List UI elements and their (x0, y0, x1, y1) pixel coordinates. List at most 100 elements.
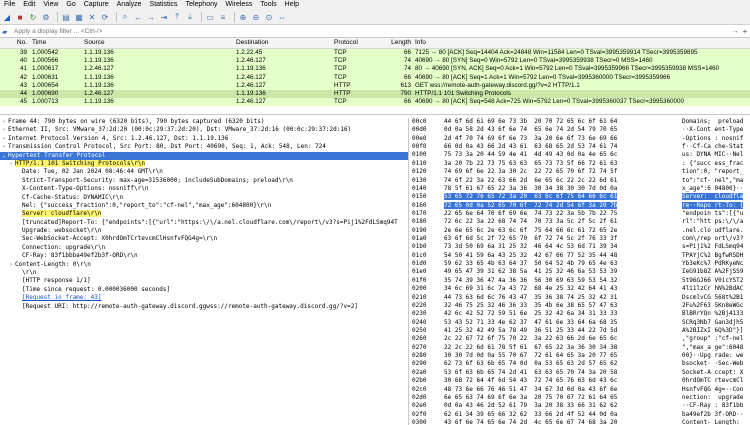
bytes-ascii[interactable]: BlBRrYQn %2Bj4133 (682, 310, 750, 318)
go-forward-icon[interactable]: → (146, 12, 156, 22)
bytes-hex[interactable]: 22 2c 22 6d 61 78 5f 61 67 65 22 3a 36 3… (444, 344, 682, 352)
bytes-ascii[interactable]: 5t96GJ66 V0icYST2 (682, 277, 750, 285)
packet-row[interactable]: 45 1.000713 1.1.19.136 1.2.46.127 TCP 66 40690… (0, 98, 750, 107)
bytes-hex[interactable]: 49 65 47 39 31 62 38 5a 41 25 32 46 6a 5… (444, 268, 682, 276)
column-header-no[interactable]: No. (0, 38, 30, 48)
menu-telephony[interactable]: Telephony (182, 0, 222, 10)
bytes-ascii[interactable]: ,"group" :"cf-nel (682, 335, 750, 343)
last-packet-icon[interactable]: ⤓ (185, 12, 195, 22)
bytes-hex[interactable]: 42 6c 42 52 72 59 51 6e 25 32 42 6a 34 3… (444, 310, 682, 318)
bytes-hex[interactable]: 73 3d 50 69 6a 31 25 32 46 64 4c 53 6d 7… (444, 243, 682, 251)
column-header-info[interactable]: Info (413, 38, 750, 48)
bytes-ascii[interactable]: Socket-A ccept: X (682, 369, 750, 377)
menu-view[interactable]: View (39, 0, 62, 10)
bytes-hex[interactable]: 59 62 33 65 4b 63 64 37 50 64 52 4b 79 6… (444, 260, 682, 268)
detail-text[interactable]: [Request in frame: 43] (22, 294, 101, 301)
zoom-out-icon[interactable]: ⊖ (251, 12, 261, 22)
bytes-hex[interactable]: 34 6c 69 31 6c 7a 43 72 68 4e 25 32 42 6… (444, 285, 682, 293)
bytes-hex[interactable]: 35 74 39 36 47 4a 36 36 56 30 69 63 59 5… (444, 277, 682, 285)
bytes-ascii[interactable]: 0hrdOmTC rtevcmCl (682, 377, 750, 385)
bytes-hex[interactable]: 32 46 75 25 32 46 36 33 35 4b 6e 38 65 5… (444, 302, 682, 310)
expand-arrow-icon[interactable]: › (0, 135, 8, 143)
bytes-hex[interactable]: 3a 20 7b 22 73 75 63 63 65 73 73 5f 66 7… (444, 160, 682, 168)
menu-analyze[interactable]: Analyze (113, 0, 146, 10)
bytes-hex[interactable]: 72 65 0d 0a 52 65 70 6f 72 74 2d 54 6f 3… (444, 201, 682, 210)
restart-capture-icon[interactable]: ↻ (28, 12, 38, 22)
detail-row[interactable]: Cf-Cache-Status: DYNAMIC\r\n (0, 194, 408, 202)
bytes-ascii[interactable]: x_age":6 04800}·· (682, 185, 750, 193)
bytes-hex[interactable]: 78 5f 61 67 65 22 3a 36 30 34 38 30 30 7… (444, 185, 682, 193)
packet-row[interactable]: 44 1.000690 1.2.46.127 1.1.19.136 HTTP 790 HTT… (0, 89, 750, 99)
bytes-ascii[interactable]: .nel.clo udflare. (682, 227, 750, 235)
bytes-ascii[interactable]: Content- Length: (682, 419, 750, 425)
bytes-ascii[interactable]: ","max_a ge":6048 (682, 344, 750, 352)
bytes-ascii[interactable]: Domains; preload (682, 118, 750, 126)
column-header-length[interactable]: Length (387, 38, 413, 48)
bytes-hex[interactable]: 72 6c 22 3a 22 68 74 74 70 73 3a 5c 2f 5… (444, 218, 682, 226)
find-packet-icon[interactable]: ⌕ (120, 12, 130, 22)
detail-row[interactable]: › Internet Protocol Version 4, Src: 1.2.4… (0, 135, 408, 143)
open-file-icon[interactable]: ▤ (61, 12, 71, 22)
bytes-hex[interactable]: 0d 0a 43 46 2d 52 61 79 3a 20 38 33 66 3… (444, 402, 682, 410)
bytes-ascii[interactable]: tion":0, "report_ (682, 168, 750, 176)
column-header-destination[interactable]: Destination (234, 38, 332, 48)
bytes-hex[interactable]: 62 73 6f 63 6b 65 74 0d 0a 53 65 63 2d 5… (444, 360, 682, 368)
zoom-in-icon[interactable]: ⊕ (238, 12, 248, 22)
start-capture-icon[interactable]: ◢ (2, 12, 12, 22)
bytes-ascii[interactable]: HsnfvFQG 4g=··Con (682, 386, 750, 394)
detail-row[interactable]: › HTTP/1.1 101 Switching Protocols\r\n (0, 159, 408, 168)
go-back-icon[interactable]: ← (133, 12, 143, 22)
bytes-ascii[interactable]: 00}··Upg rade: we (682, 352, 750, 360)
detail-row[interactable]: CF-Ray: 83f1bbba49ef2b3f-ORD\r\n (0, 252, 408, 260)
bytes-ascii[interactable]: ··X-Cont ent-Type (682, 126, 750, 134)
menu-capture[interactable]: Capture (80, 0, 113, 10)
detail-row[interactable]: [Request URI: http://remote-auth-gateway… (0, 303, 408, 311)
detail-row[interactable]: \r\n (0, 269, 408, 277)
bytes-ascii[interactable]: rl":"htt ps:\/\/a (682, 218, 750, 226)
reload-file-icon[interactable]: ⟳ (100, 12, 110, 22)
bytes-ascii[interactable]: ba49ef2b 3f-ORD·· (682, 411, 750, 419)
detail-row[interactable]: Connection: upgrade\r\n (0, 244, 408, 252)
menu-edit[interactable]: Edit (19, 0, 39, 10)
expand-arrow-icon[interactable]: › (7, 261, 15, 269)
colorize-icon[interactable]: ≡ (218, 12, 228, 22)
bytes-hex[interactable]: 44 6f 6d 61 69 6e 73 3b 20 70 72 65 6c 6… (444, 118, 682, 126)
zoom-reset-icon[interactable]: ⊙ (264, 12, 274, 22)
bytes-hex[interactable]: 53 65 72 76 65 72 3a 20 63 6c 6f 75 64 6… (444, 193, 682, 201)
detail-row[interactable]: › Content-Length: 0\r\n (0, 261, 408, 269)
bytes-hex[interactable]: 44 73 63 6d 6c 76 43 47 35 36 38 74 25 3… (444, 294, 682, 302)
detail-row[interactable]: ⌄ Hypertext Transfer Protocol (0, 151, 408, 160)
menu-statistics[interactable]: Statistics (146, 0, 182, 10)
detail-row[interactable]: Date: Tue, 02 Jan 2024 08:46:44 GMT\r\n (0, 168, 408, 176)
close-file-icon[interactable]: ✕ (87, 12, 97, 22)
bytes-hex[interactable]: 0d 0a 58 2d 43 6f 6e 74 65 6e 74 2d 54 7… (444, 126, 682, 134)
bytes-hex[interactable]: 66 0d 0a 43 66 2d 43 61 63 68 65 2d 53 7… (444, 143, 682, 151)
autoscroll-icon[interactable]: ▭ (205, 12, 215, 22)
bytes-ascii[interactable]: TPAYjC%2 BgfwR5DH (682, 252, 750, 260)
detail-row[interactable]: X-Content-Type-Options: nosniff\r\n (0, 185, 408, 193)
expand-arrow-icon[interactable]: › (7, 160, 15, 168)
bytes-hex[interactable]: 6e 65 63 74 69 6f 6e 3a 20 75 70 67 72 6… (444, 394, 682, 402)
bytes-hex[interactable]: 62 61 34 39 65 66 32 62 33 66 2d 4f 52 4… (444, 411, 682, 419)
bytes-hex[interactable]: 54 50 41 59 6a 43 25 32 42 67 66 77 52 3… (444, 252, 682, 260)
bytes-hex[interactable]: 63 6f 6d 5c 2f 72 65 70 6f 72 74 5c 2f 7… (444, 235, 682, 243)
bytes-hex[interactable]: 22 65 6e 64 70 6f 69 6e 74 73 22 3a 5b 7… (444, 210, 682, 218)
add-filter-button-icon[interactable]: + (740, 27, 750, 36)
bytes-ascii[interactable]: bsocket· ·Sec-Web (682, 360, 750, 368)
bytes-ascii[interactable]: SCRq3Nb7 Gan3djh5 (682, 319, 750, 327)
menu-go[interactable]: Go (62, 0, 79, 10)
packet-row[interactable]: 43 1.000654 1.1.19.136 1.2.46.127 HTTP 613 GET… (0, 81, 750, 90)
detail-row[interactable]: Strict-Transport-Security: max-age=31536… (0, 177, 408, 185)
bytes-ascii[interactable]: nection: upgrade (682, 394, 750, 402)
packet-row[interactable]: 39 1.000542 1.1.19.136 1.2.22.45 TCP 66 7125 →… (0, 49, 750, 58)
resize-columns-icon[interactable]: ⇔ (277, 12, 287, 22)
bytes-ascii[interactable]: ··CF-Ray : 83f1bb (682, 402, 750, 410)
detail-row[interactable]: Nel: {"success_fraction":0,"report_to":"… (0, 202, 408, 210)
bytes-ascii[interactable]: f··Cf-Ca che-Stat (682, 143, 750, 151)
bytes-hex[interactable]: 30 68 72 64 4f 6d 54 43 72 74 65 76 63 6… (444, 377, 682, 385)
detail-row[interactable]: › Transmission Control Protocol, Src Port… (0, 143, 408, 151)
bytes-hex[interactable]: 43 6f 6e 74 65 6e 74 2d 4c 65 6e 67 74 6… (444, 419, 682, 425)
menu-file[interactable]: File (0, 0, 19, 10)
column-header-source[interactable]: Source (82, 38, 234, 48)
bytes-hex[interactable]: 30 30 7d 0d 0a 55 70 67 72 61 64 65 3a 2… (444, 352, 682, 360)
